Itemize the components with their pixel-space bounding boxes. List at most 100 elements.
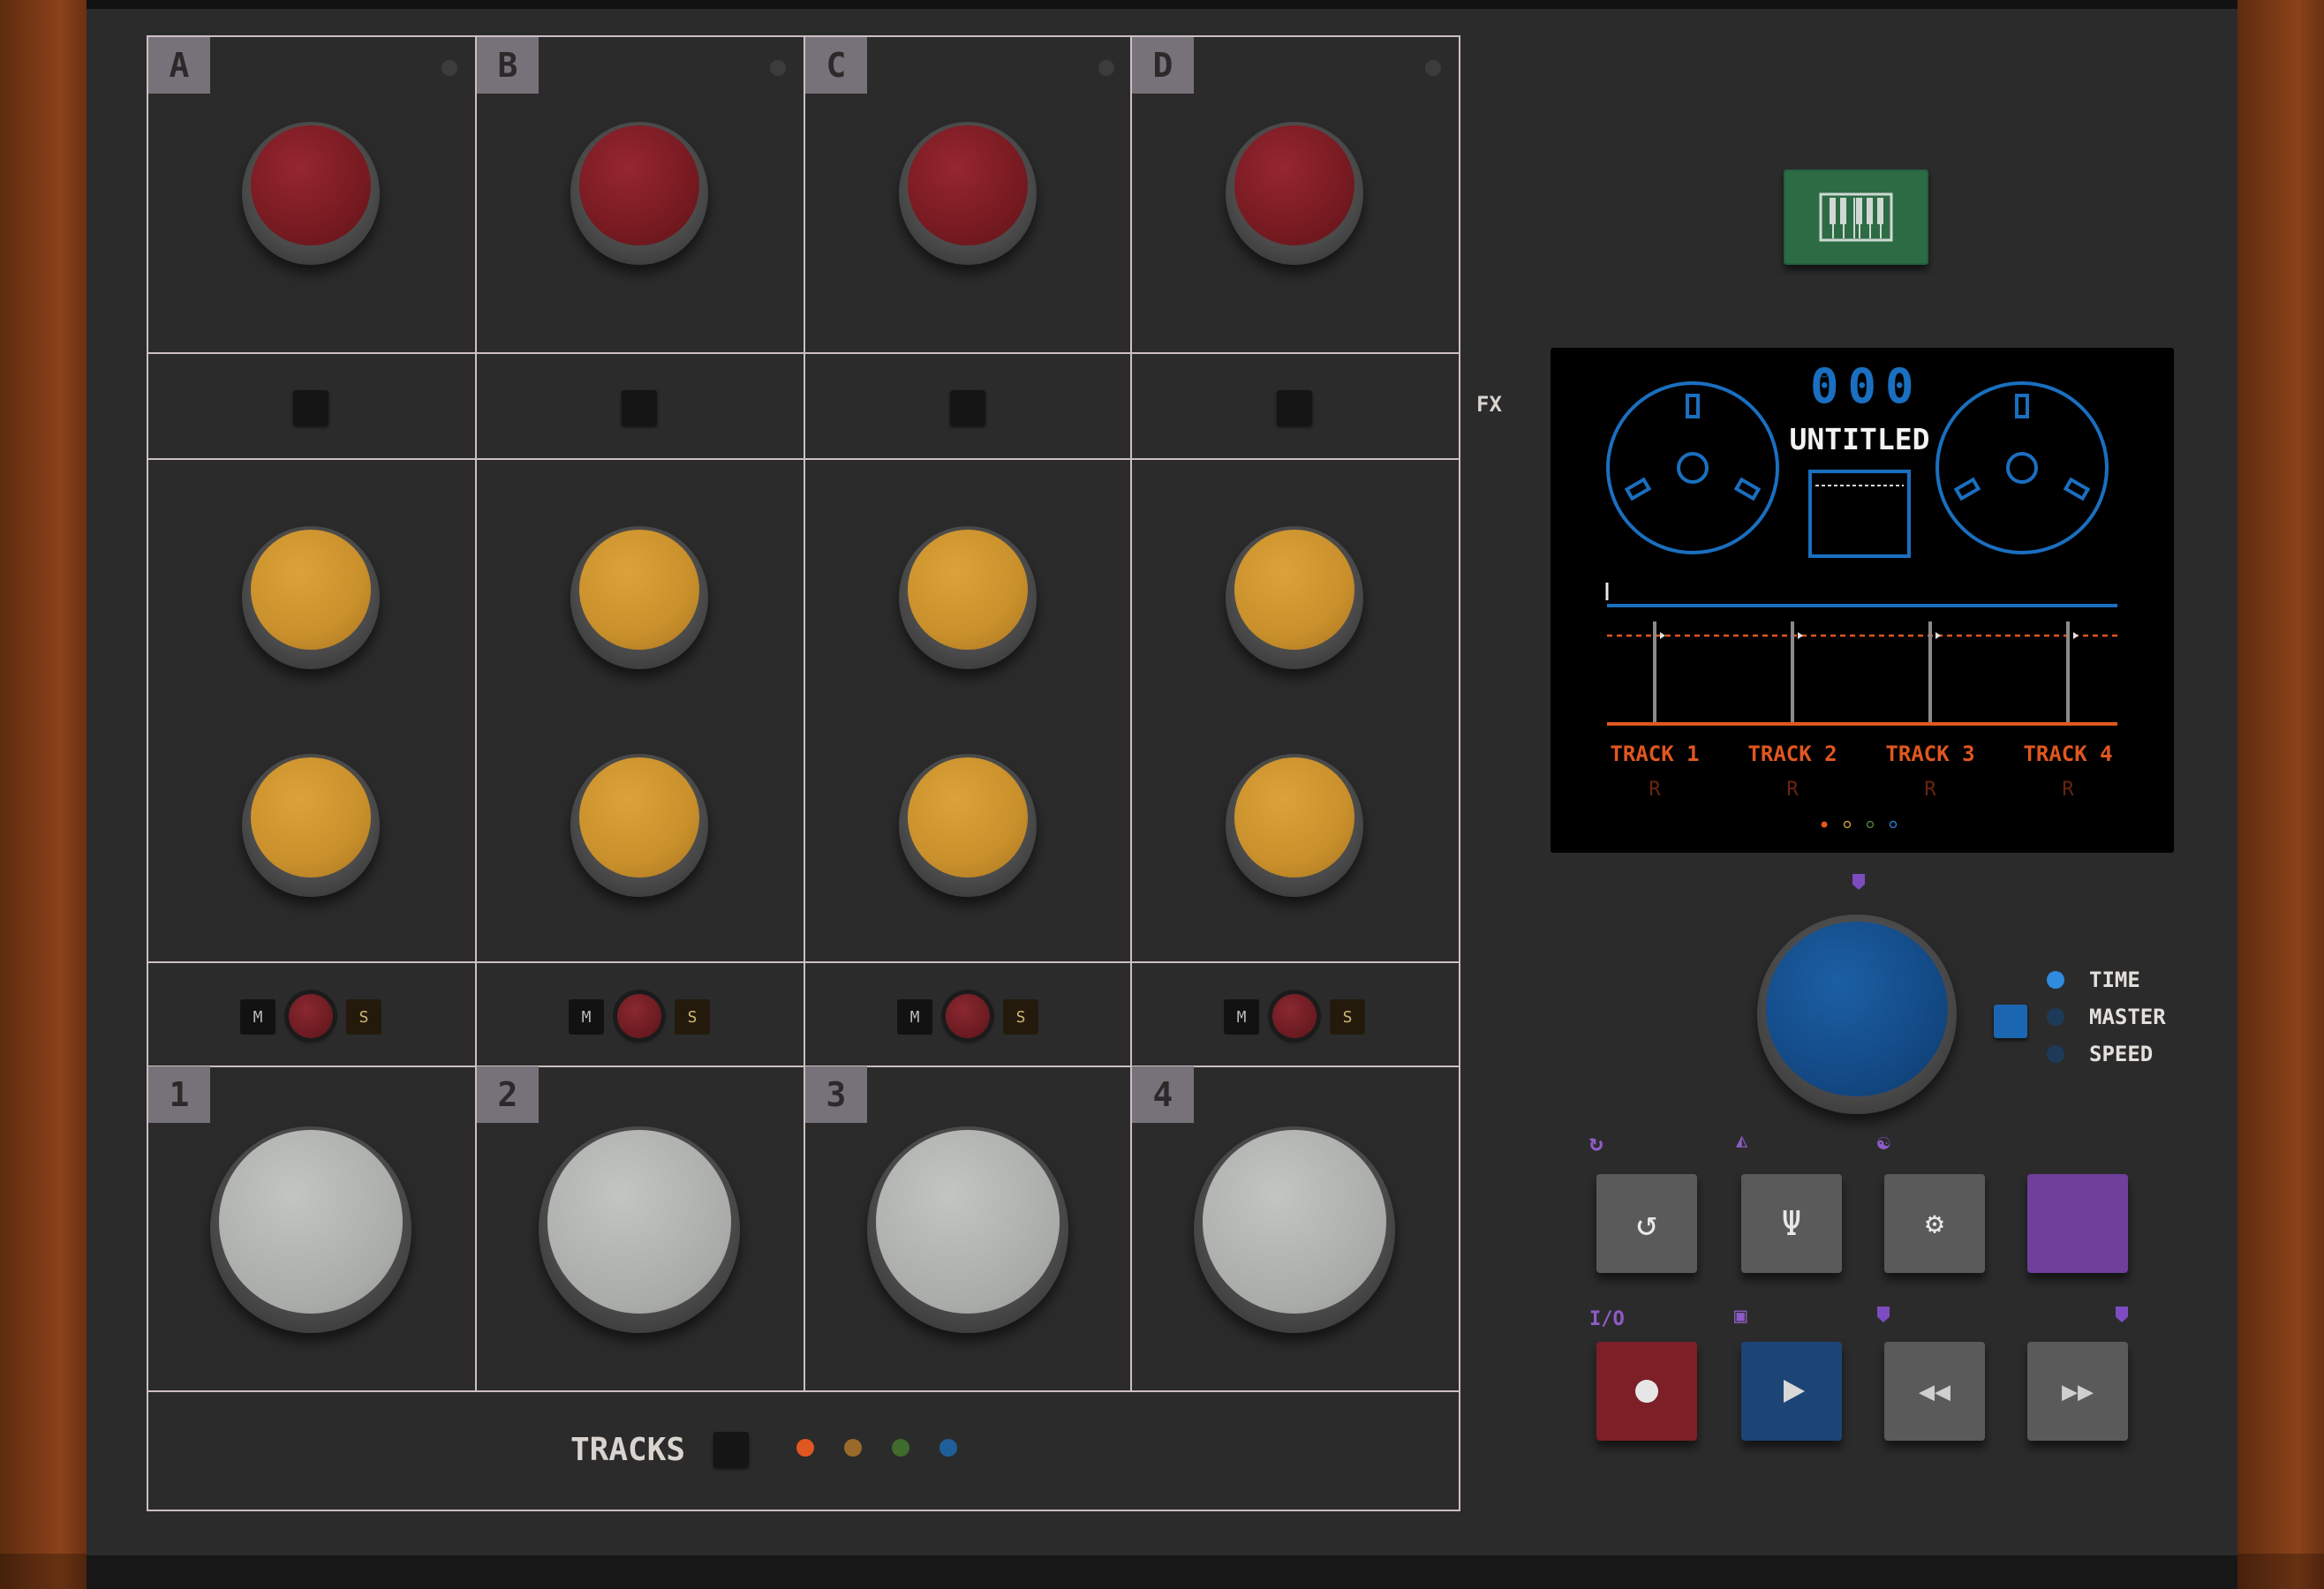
tape-head-box [1808, 470, 1911, 558]
page-dots [1821, 820, 1898, 829]
channel-volume-knob[interactable] [867, 1126, 1068, 1333]
track-mode-3: R [1924, 779, 1936, 801]
mode-time-led [2047, 971, 2064, 989]
track-color-dot-3 [892, 1439, 909, 1457]
divider [148, 352, 1459, 354]
channel-eq-low-knob[interactable] [899, 754, 1037, 897]
mode-time: TIME [2047, 968, 2140, 992]
tracks-button[interactable] [713, 1432, 749, 1467]
main-encoder-knob[interactable] [1757, 915, 1957, 1114]
channel-number-3: 3 [805, 1066, 867, 1123]
play-icon [1784, 1380, 1805, 1403]
track-label-4: TRACK 4 [2023, 742, 2113, 766]
mute-button[interactable]: M [240, 999, 275, 1035]
channel-letter-d: D [1132, 37, 1194, 94]
channel-eq-low-knob[interactable] [242, 754, 380, 897]
channel-gain-knob[interactable] [570, 122, 708, 265]
fx-send-button[interactable] [950, 390, 985, 425]
channel-volume-knob[interactable] [210, 1126, 411, 1333]
fast-forward-icon: ▶▶ [2061, 1375, 2094, 1407]
channel-eq-high-knob[interactable] [1226, 526, 1363, 669]
right-wood-side [2237, 0, 2324, 1589]
track-mode-4: R [2062, 779, 2074, 801]
channel-gain-knob[interactable] [1226, 122, 1363, 265]
mute-button[interactable]: M [897, 999, 932, 1035]
channel-eq-high-knob[interactable] [899, 526, 1037, 669]
record-button[interactable] [1596, 1342, 1697, 1441]
track-label-1: TRACK 1 [1610, 742, 1700, 766]
fx-send-button[interactable] [1277, 390, 1312, 425]
tape-counter: 000 [1810, 358, 1923, 414]
solo-button[interactable]: S [346, 999, 381, 1035]
solo-button[interactable]: S [1003, 999, 1038, 1035]
divider [804, 37, 805, 1392]
channel-volume-knob[interactable] [1194, 1126, 1395, 1333]
divider [148, 1390, 1459, 1392]
tuner-button[interactable]: Ψ [1741, 1174, 1842, 1273]
channel-letter-c: C [805, 37, 867, 94]
divider [148, 961, 1459, 963]
loop-button[interactable]: ↺ [1596, 1174, 1697, 1273]
divider [1130, 37, 1132, 1392]
left-wood-side [0, 0, 87, 1589]
mode-time-label: TIME [2089, 968, 2140, 992]
tape-display-screen: 000 UNTITLED TRACK 1 TRACK 2 TRACK 3 TRA… [1551, 348, 2174, 853]
play-button[interactable] [1741, 1342, 1842, 1441]
metronome-icon: ◭ [1736, 1130, 1748, 1152]
rewind-button[interactable]: ◀◀ [1884, 1342, 1985, 1441]
record-arm-button[interactable] [946, 994, 990, 1038]
tracks-label: TRACKS [570, 1432, 686, 1468]
fx-send-button[interactable] [293, 390, 328, 425]
gear-icon: ⚙ [1925, 1206, 1944, 1241]
channel-gain-knob[interactable] [899, 122, 1037, 265]
save-icon: ▣ [1734, 1303, 1747, 1328]
channel-eq-low-knob[interactable] [1226, 754, 1363, 897]
solo-button[interactable]: S [1330, 999, 1365, 1035]
mute-button[interactable]: M [569, 999, 604, 1035]
channel-led [441, 60, 457, 76]
channel-eq-low-knob[interactable] [570, 754, 708, 897]
channel-number-2: 2 [477, 1066, 539, 1123]
track-mode-1: R [1649, 779, 1661, 801]
rewind-icon: ◀◀ [1918, 1375, 1951, 1407]
record-icon [1635, 1380, 1658, 1403]
left-reel [1606, 381, 1779, 554]
yin-yang-icon: ☯ [1877, 1130, 1890, 1155]
mute-button[interactable]: M [1224, 999, 1259, 1035]
divider [475, 37, 477, 1392]
channel-gain-knob[interactable] [242, 122, 380, 265]
loop-icon: ↻ [1589, 1130, 1603, 1156]
loop-icon: ↺ [1635, 1203, 1658, 1244]
track-mode-2: R [1786, 779, 1799, 801]
piano-keys-icon [1819, 192, 1893, 242]
purple-shift-button[interactable] [2027, 1174, 2128, 1273]
divider [148, 458, 1459, 460]
divider [148, 1066, 1459, 1067]
track-color-dot-4 [939, 1439, 957, 1457]
mode-master: MASTER [2047, 1005, 2166, 1029]
fx-send-button[interactable] [622, 390, 657, 425]
tape-machine-app: AMS1BMS2CMS3DMS4 TRACKS FX 000 UNTITLED … [0, 0, 2324, 1589]
channel-letter-a: A [148, 37, 210, 94]
record-arm-button[interactable] [617, 994, 661, 1038]
top-edge [0, 0, 2324, 9]
piano-keyboard-button[interactable] [1784, 169, 1928, 265]
record-arm-button[interactable] [1272, 994, 1317, 1038]
track-label-3: TRACK 3 [1885, 742, 1975, 766]
mode-speed-led [2047, 1045, 2064, 1063]
mode-master-label: MASTER [2089, 1005, 2166, 1029]
record-arm-button[interactable] [289, 994, 333, 1038]
mode-speed: SPEED [2047, 1042, 2153, 1066]
fast-forward-button[interactable]: ▶▶ [2027, 1342, 2128, 1441]
settings-button[interactable]: ⚙ [1884, 1174, 1985, 1273]
encoder-mode-button[interactable] [1994, 1005, 2027, 1038]
channel-volume-knob[interactable] [539, 1126, 740, 1333]
mode-master-led [2047, 1008, 2064, 1026]
solo-button[interactable]: S [675, 999, 710, 1035]
mode-speed-label: SPEED [2089, 1042, 2154, 1066]
right-reel [1935, 381, 2109, 554]
channel-eq-high-knob[interactable] [242, 526, 380, 669]
channel-eq-high-knob[interactable] [570, 526, 708, 669]
io-label: I/O [1589, 1308, 1625, 1330]
track-label-2: TRACK 2 [1747, 742, 1837, 766]
